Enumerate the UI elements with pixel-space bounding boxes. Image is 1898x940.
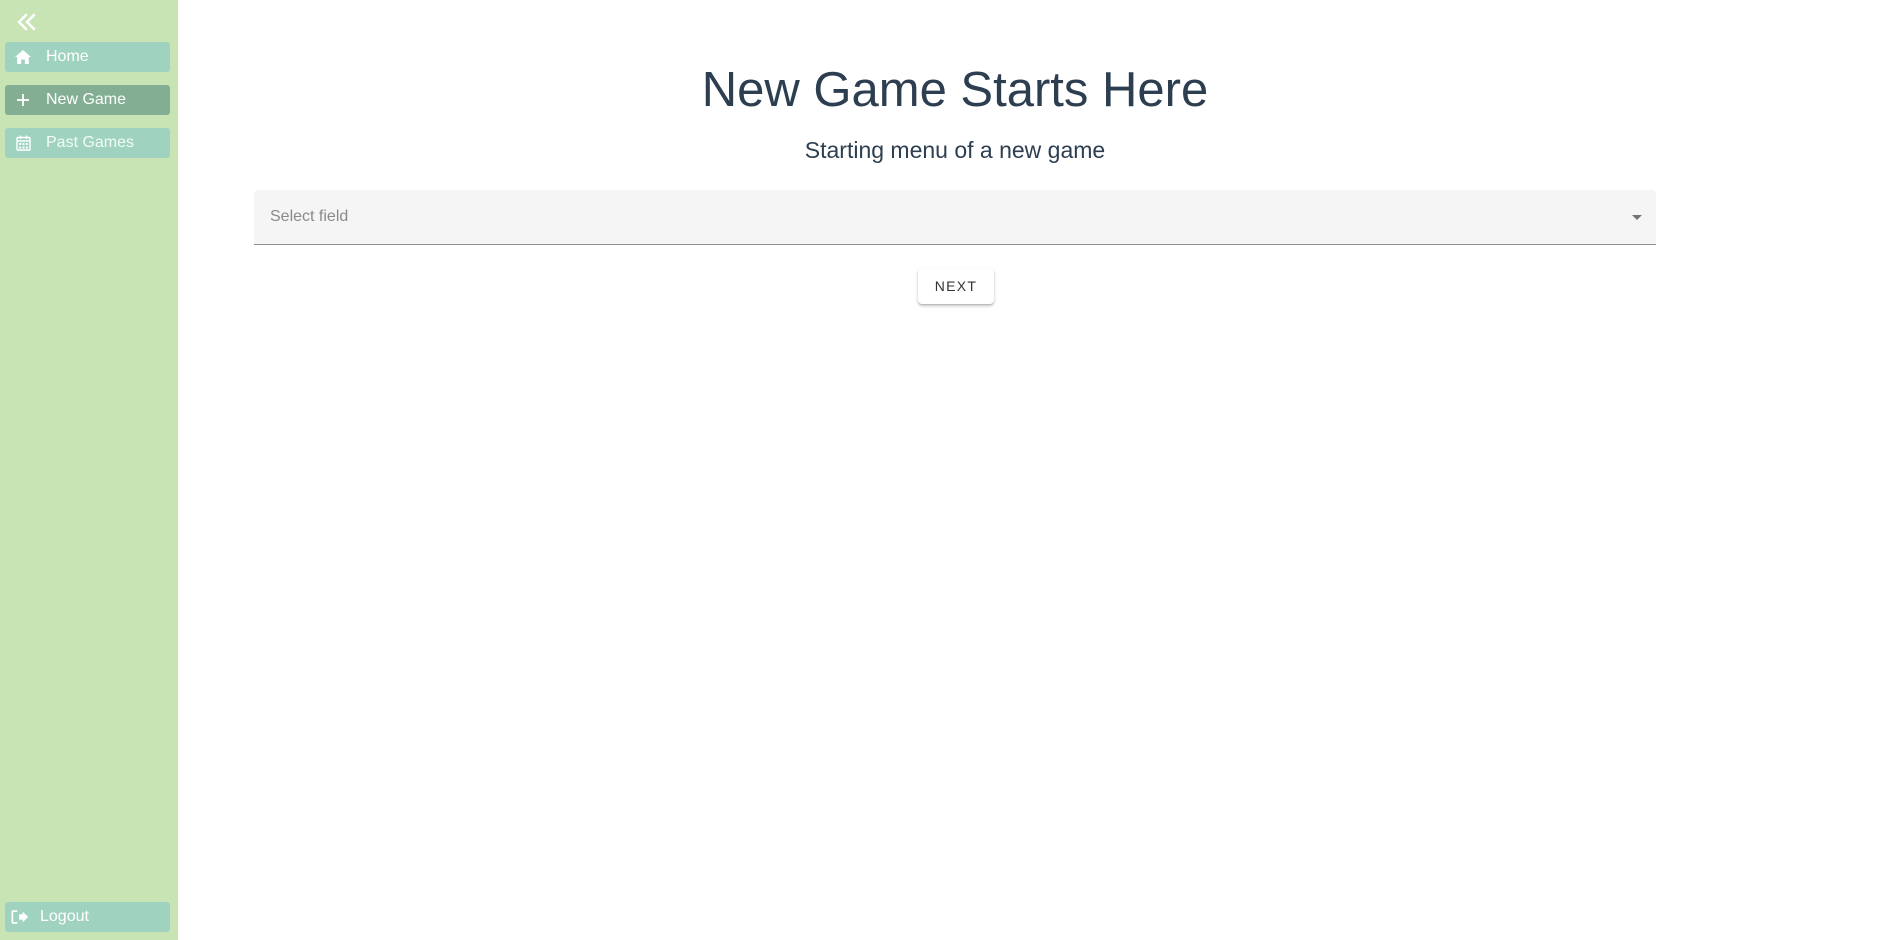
main-content: New Game Starts Here Starting menu of a … [178,0,1898,940]
sidebar-item-home[interactable]: Home [5,42,170,72]
app: Home New Game Past Games Logout New Game… [0,0,1898,940]
page-subtitle: Starting menu of a new game [804,137,1106,163]
logout-button[interactable]: Logout [5,902,170,932]
home-icon [14,48,32,66]
page-title: New Game Starts Here [701,63,1209,117]
sidebar-item-new-game[interactable]: New Game [5,85,170,115]
sidebar-item-label: New Game [46,91,127,108]
logout-icon [11,908,29,926]
sidebar: Home New Game Past Games Logout [0,0,178,940]
collapse-sidebar-button[interactable] [14,9,40,35]
sidebar-item-label: Home [46,48,89,65]
plus-icon [14,91,32,109]
sidebar-item-past-games[interactable]: Past Games [5,128,170,158]
double-chevron-left-icon [14,9,40,35]
logout-label: Logout [40,908,89,925]
field-select[interactable]: Select field [254,190,1656,245]
caret-down-icon [1632,215,1642,220]
next-button[interactable]: NEXT [918,268,994,304]
calendar-icon [14,134,32,152]
field-select-placeholder: Select field [270,208,349,225]
sidebar-item-label: Past Games [46,134,135,151]
